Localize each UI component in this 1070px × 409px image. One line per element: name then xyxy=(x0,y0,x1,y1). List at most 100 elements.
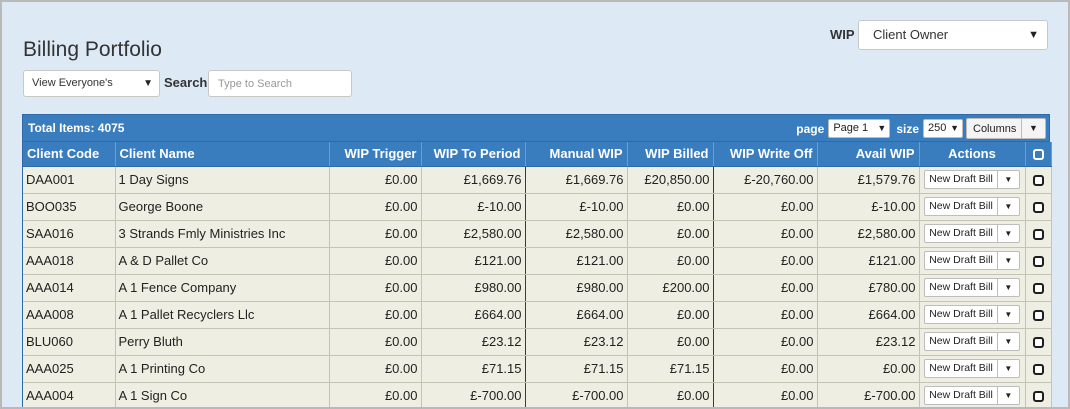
cell-avail-wip: £780.00 xyxy=(817,274,920,302)
cell-wip-to-period: £980.00 xyxy=(421,274,526,302)
col-header-wip-to-period[interactable]: WIP To Period xyxy=(421,142,526,167)
cell-wip-trigger: £0.00 xyxy=(329,193,422,221)
cell-wip-write-off: £0.00 xyxy=(713,274,818,302)
table-row: BOO035 George Boone £0.00 £-10.00 £-10.0… xyxy=(23,193,1052,221)
table-row: AAA014 A 1 Fence Company £0.00 £980.00 £… xyxy=(23,274,1052,302)
chevron-down-icon: ▼ xyxy=(1028,29,1039,41)
col-header-manual-wip[interactable]: Manual WIP xyxy=(525,142,628,167)
cell-wip-write-off: £0.00 xyxy=(713,301,818,329)
cell-wip-write-off: £-20,760.00 xyxy=(713,166,818,194)
cell-client-code: BLU060 xyxy=(23,328,116,356)
cell-client-code: AAA018 xyxy=(23,247,116,275)
caret-down-icon[interactable]: ▼ xyxy=(996,360,1019,377)
caret-down-icon[interactable]: ▼ xyxy=(996,225,1019,242)
cell-wip-write-off: £0.00 xyxy=(713,382,818,407)
caret-down-icon[interactable]: ▼ xyxy=(996,279,1019,296)
cell-wip-trigger: £0.00 xyxy=(329,355,422,383)
new-draft-bill-button[interactable]: New Draft Bill ▼ xyxy=(924,332,1020,351)
cell-client-code: SAA016 xyxy=(23,220,116,248)
total-items: Total Items: 4075 xyxy=(28,121,125,135)
cell-actions: New Draft Bill ▼ xyxy=(919,166,1026,194)
search-input[interactable] xyxy=(208,70,352,97)
col-header-select-all[interactable] xyxy=(1025,142,1052,167)
select-all-checkbox[interactable] xyxy=(1032,149,1044,161)
cell-actions: New Draft Bill ▼ xyxy=(919,355,1026,383)
new-draft-bill-button[interactable]: New Draft Bill ▼ xyxy=(924,386,1020,405)
page-label: page xyxy=(796,121,825,136)
new-draft-bill-button[interactable]: New Draft Bill ▼ xyxy=(924,359,1020,378)
size-select[interactable]: 250 ▼ xyxy=(923,119,963,138)
cell-client-name: George Boone xyxy=(115,193,330,221)
cell-wip-billed: £0.00 xyxy=(627,301,714,329)
page-select-value: Page 1 xyxy=(833,122,869,134)
wip-label: WIP xyxy=(830,27,855,42)
cell-manual-wip: £664.00 xyxy=(525,301,628,329)
cell-client-code: AAA014 xyxy=(23,274,116,302)
new-draft-bill-label: New Draft Bill xyxy=(929,335,993,347)
row-checkbox[interactable] xyxy=(1032,337,1044,349)
cell-avail-wip: £23.12 xyxy=(817,328,920,356)
caret-down-icon[interactable]: ▼ xyxy=(996,198,1019,215)
cell-manual-wip: £-10.00 xyxy=(525,193,628,221)
pager: page Page 1 ▼ size 250 ▼ Columns ▼ xyxy=(796,118,1046,139)
new-draft-bill-button[interactable]: New Draft Bill ▼ xyxy=(924,278,1020,297)
caret-down-icon[interactable]: ▼ xyxy=(996,252,1019,269)
view-filter-value: View Everyone's xyxy=(32,77,113,89)
cell-select xyxy=(1025,355,1052,383)
columns-button[interactable]: Columns ▼ xyxy=(966,118,1046,139)
new-draft-bill-label: New Draft Bill xyxy=(929,227,993,239)
new-draft-bill-label: New Draft Bill xyxy=(929,173,993,185)
cell-select xyxy=(1025,247,1052,275)
new-draft-bill-button[interactable]: New Draft Bill ▼ xyxy=(924,224,1020,243)
cell-wip-to-period: £121.00 xyxy=(421,247,526,275)
cell-avail-wip: £-10.00 xyxy=(817,193,920,221)
col-header-client-name[interactable]: Client Name xyxy=(115,142,330,167)
cell-wip-billed: £0.00 xyxy=(627,328,714,356)
col-header-client-code[interactable]: Client Code xyxy=(23,142,116,167)
new-draft-bill-button[interactable]: New Draft Bill ▼ xyxy=(924,305,1020,324)
row-checkbox[interactable] xyxy=(1032,202,1044,214)
new-draft-bill-button[interactable]: New Draft Bill ▼ xyxy=(924,170,1020,189)
col-header-wip-billed[interactable]: WIP Billed xyxy=(627,142,714,167)
caret-down-icon[interactable]: ▼ xyxy=(1021,119,1045,138)
cell-client-name: A & D Pallet Co xyxy=(115,247,330,275)
col-header-wip-write-off[interactable]: WIP Write Off xyxy=(713,142,818,167)
cell-manual-wip: £23.12 xyxy=(525,328,628,356)
col-header-wip-trigger[interactable]: WIP Trigger xyxy=(329,142,422,167)
row-checkbox[interactable] xyxy=(1032,175,1044,187)
row-checkbox[interactable] xyxy=(1032,229,1044,241)
cell-actions: New Draft Bill ▼ xyxy=(919,274,1026,302)
cell-client-name: A 1 Pallet Recyclers Llc xyxy=(115,301,330,329)
cell-client-name: A 1 Sign Co xyxy=(115,382,330,407)
row-checkbox[interactable] xyxy=(1032,310,1044,322)
cell-wip-to-period: £-10.00 xyxy=(421,193,526,221)
cell-manual-wip: £-700.00 xyxy=(525,382,628,407)
col-header-avail-wip[interactable]: Avail WIP xyxy=(817,142,920,167)
cell-select xyxy=(1025,274,1052,302)
cell-client-code: DAA001 xyxy=(23,166,116,194)
row-checkbox[interactable] xyxy=(1032,283,1044,295)
columns-label: Columns xyxy=(973,122,1017,135)
caret-down-icon[interactable]: ▼ xyxy=(996,333,1019,350)
wip-select[interactable]: Client Owner ▼ xyxy=(858,20,1048,50)
app-frame: Billing Portfolio View Everyone's ▼ Sear… xyxy=(0,0,1070,409)
caret-down-icon[interactable]: ▼ xyxy=(996,306,1019,323)
cell-wip-trigger: £0.00 xyxy=(329,220,422,248)
new-draft-bill-button[interactable]: New Draft Bill ▼ xyxy=(924,251,1020,270)
cell-wip-billed: £0.00 xyxy=(627,220,714,248)
cell-client-code: BOO035 xyxy=(23,193,116,221)
cell-client-code: AAA004 xyxy=(23,382,116,407)
cell-wip-to-period: £71.15 xyxy=(421,355,526,383)
row-checkbox[interactable] xyxy=(1032,364,1044,376)
caret-down-icon[interactable]: ▼ xyxy=(996,171,1019,188)
page-select[interactable]: Page 1 ▼ xyxy=(828,119,891,138)
cell-wip-to-period: £664.00 xyxy=(421,301,526,329)
new-draft-bill-label: New Draft Bill xyxy=(929,362,993,374)
row-checkbox[interactable] xyxy=(1032,256,1044,268)
table-row: AAA018 A & D Pallet Co £0.00 £121.00 £12… xyxy=(23,247,1052,275)
caret-down-icon[interactable]: ▼ xyxy=(996,387,1019,404)
table-row: SAA016 3 Strands Fmly Ministries Inc £0.… xyxy=(23,220,1052,248)
row-checkbox[interactable] xyxy=(1032,391,1044,403)
view-filter-select[interactable]: View Everyone's ▼ xyxy=(23,70,160,97)
new-draft-bill-button[interactable]: New Draft Bill ▼ xyxy=(924,197,1020,216)
